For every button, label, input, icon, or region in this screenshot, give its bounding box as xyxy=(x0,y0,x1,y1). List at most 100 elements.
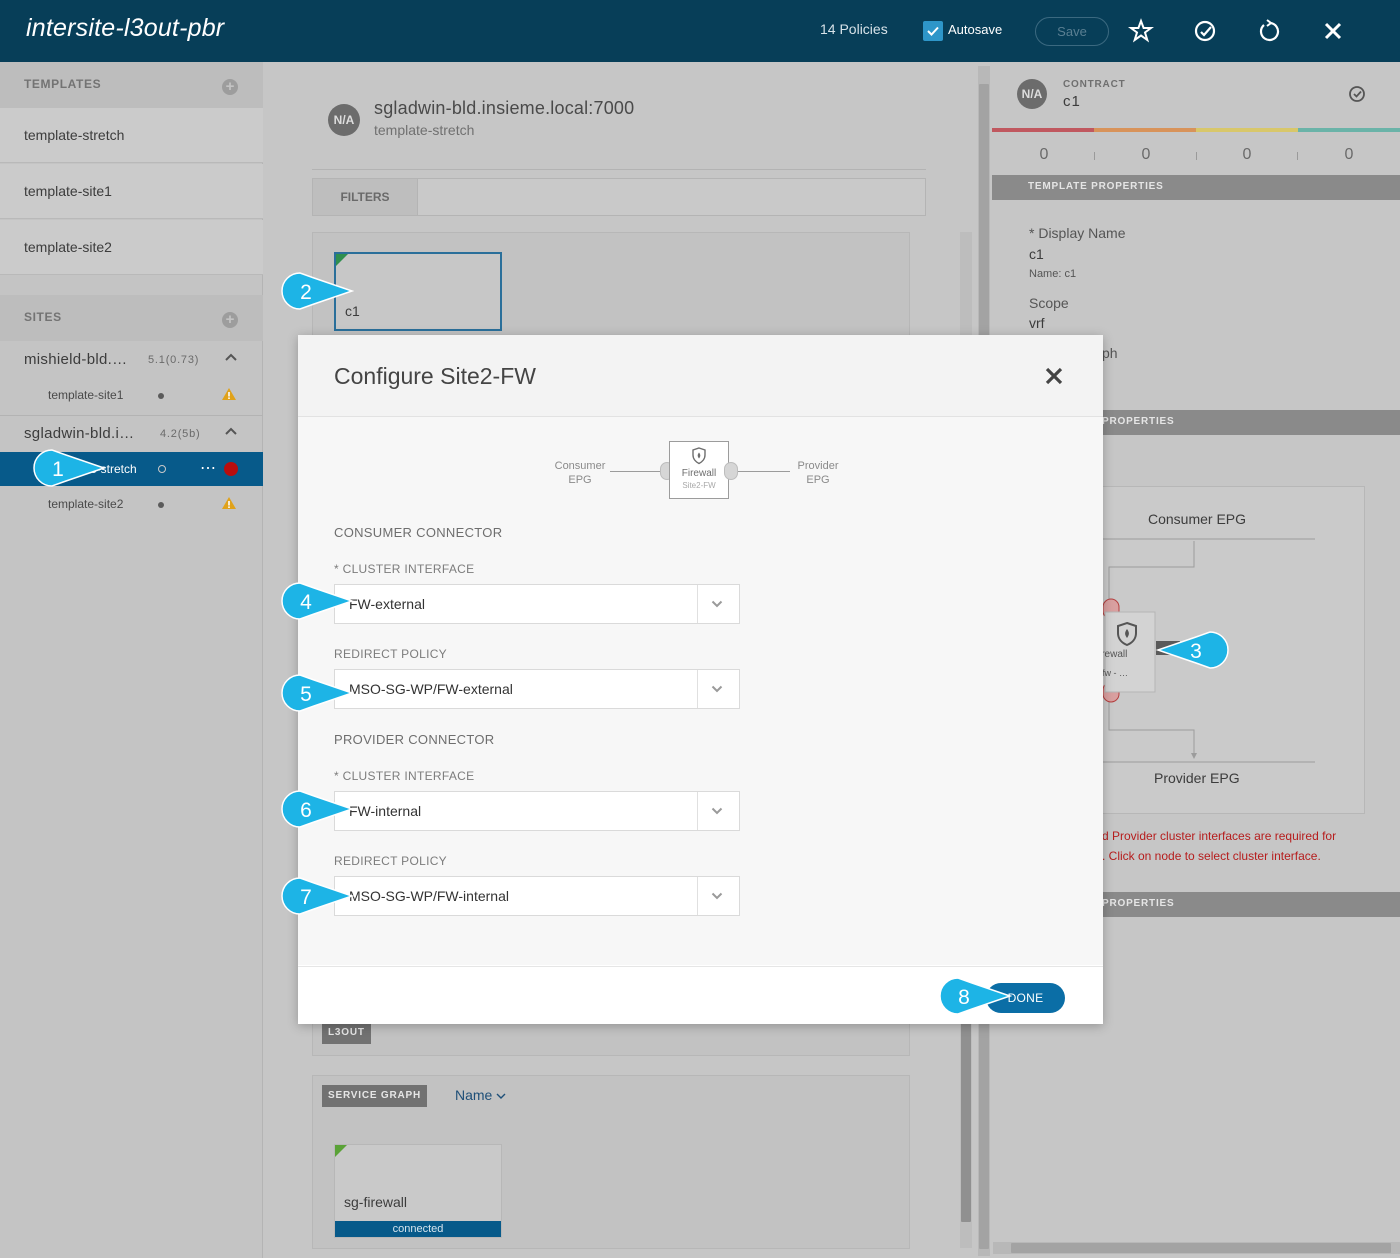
node-label: irewall xyxy=(1099,649,1128,660)
sites-heading: SITES xyxy=(24,310,62,324)
site-row-sgladwin[interactable]: sgladwin-bld.i… 4.2(5b) xyxy=(0,416,263,452)
dialog-header: Configure Site2-FW xyxy=(298,335,1103,417)
select-value: FW-internal xyxy=(349,803,422,819)
consumer-cluster-interface-select[interactable]: FW-external xyxy=(334,584,740,624)
autosave-label: Autosave xyxy=(948,22,1003,37)
close-icon[interactable] xyxy=(1320,18,1346,44)
chevron-down-icon[interactable] xyxy=(711,806,723,816)
service-graph-card[interactable]: sg-firewall connected xyxy=(334,1144,502,1238)
site-row-mishield[interactable]: mishield-bld.… 5.1(0.73) xyxy=(0,342,263,378)
check-icon xyxy=(927,26,939,36)
configure-node-dialog: Configure Site2-FW Consumer EPG Firewall… xyxy=(298,335,1103,1024)
add-template-icon[interactable]: + xyxy=(222,79,238,95)
site-template-row[interactable]: template-site2 xyxy=(0,487,263,521)
select-value: MSO-SG-WP/FW-external xyxy=(349,681,513,697)
policy-count: 14 Policies xyxy=(820,21,888,37)
sidebar-item-template-stretch[interactable]: template-stretch xyxy=(0,108,263,163)
sidebar-item-template-site2[interactable]: template-site2 xyxy=(0,220,263,275)
display-name-label: * Display Name xyxy=(1029,225,1126,241)
chevron-up-icon[interactable] xyxy=(225,426,237,436)
status-bar-segment xyxy=(1298,128,1400,132)
chevron-down-icon[interactable] xyxy=(711,599,723,609)
refresh-icon[interactable] xyxy=(1256,18,1282,44)
chevron-down-icon[interactable] xyxy=(711,684,723,694)
connection-status: connected xyxy=(335,1221,501,1237)
site-template-row[interactable]: template-site1 xyxy=(0,378,263,412)
horizontal-scrollbar[interactable] xyxy=(993,1242,1400,1254)
cluster-error-line: . Click on node to select cluster interf… xyxy=(1102,849,1321,863)
provider-redirect-policy-select[interactable]: MSO-SG-WP/FW-internal xyxy=(334,876,740,916)
site-host: sgladwin-bld.insieme.local:7000 xyxy=(374,98,635,118)
section-title: PROPERTIES xyxy=(1102,416,1175,427)
step-number: 3 xyxy=(1190,640,1202,663)
sidebar-item-template-site1[interactable]: template-site1 xyxy=(0,164,263,219)
select-value: MSO-SG-WP/FW-internal xyxy=(349,888,509,904)
scrollbar-thumb[interactable] xyxy=(1011,1243,1391,1253)
section-title: TEMPLATE PROPERTIES xyxy=(1028,181,1164,192)
provider-cluster-interface-label: * CLUSTER INTERFACE xyxy=(334,769,475,783)
chevron-down-icon[interactable] xyxy=(711,891,723,901)
filters-bar[interactable]: FILTERS xyxy=(312,178,926,216)
l3out-tag: L3OUT xyxy=(322,1022,371,1044)
status-dot xyxy=(158,502,164,508)
consumer-connector-heading: CONSUMER CONNECTOR xyxy=(334,525,503,540)
step-callout-2: 2 xyxy=(281,272,354,310)
deploy-icon[interactable] xyxy=(1192,18,1218,44)
diagram-firewall-node[interactable]: Firewall Site2-FW xyxy=(669,441,729,499)
name-note: Name: c1 xyxy=(1029,268,1077,280)
sites-header: SITES + xyxy=(0,295,263,341)
section-title: PROPERTIES xyxy=(1102,898,1175,909)
node-sub-label: Site2-FW xyxy=(682,481,716,490)
diagram-connector-dot[interactable] xyxy=(724,462,738,480)
dialog-title: Configure Site2-FW xyxy=(334,363,536,389)
step-callout-5: 5 xyxy=(281,674,354,712)
fault-count: 0 xyxy=(1039,146,1049,163)
fault-counts: 0 0 0 0 xyxy=(992,142,1400,172)
provider-redirect-policy-label: REDIRECT POLICY xyxy=(334,854,447,868)
provider-cluster-interface-select[interactable]: FW-internal xyxy=(334,791,740,831)
scope-value[interactable]: vrf xyxy=(1029,315,1045,331)
contract-card-c1[interactable]: c1 xyxy=(334,252,502,331)
diagram-consumer-line1: Consumer xyxy=(554,460,606,472)
step-number: 8 xyxy=(958,986,970,1009)
filters-label: FILTERS xyxy=(313,179,418,215)
card-corner-marker xyxy=(336,254,348,266)
consumer-redirect-policy-select[interactable]: MSO-SG-WP/FW-external xyxy=(334,669,740,709)
site-template-name: template-site1 xyxy=(48,388,124,402)
diagram-connector-line xyxy=(738,471,790,472)
step-callout-8: 8 xyxy=(939,977,1012,1015)
status-bar-segment xyxy=(1196,128,1298,132)
status-color-bar xyxy=(992,128,1400,132)
star-icon[interactable] xyxy=(1128,18,1154,44)
site-template: template-stretch xyxy=(374,122,475,138)
step-callout-3: 3 xyxy=(1156,631,1229,669)
template-label: template-stretch xyxy=(24,127,125,143)
name-sort-dropdown[interactable]: Name xyxy=(455,1087,506,1103)
service-graph-label: sg-firewall xyxy=(344,1194,408,1210)
step-number: 1 xyxy=(52,458,64,481)
add-site-icon[interactable]: + xyxy=(222,312,238,328)
card-corner-marker xyxy=(335,1145,347,1157)
autosave-checkbox[interactable] xyxy=(923,21,943,41)
more-options-icon[interactable]: ⋯ xyxy=(200,458,217,478)
status-bar-segment xyxy=(1094,128,1196,132)
templates-header: TEMPLATES + xyxy=(0,62,263,108)
fault-count: 0 xyxy=(1141,146,1151,163)
service-graph-tag: SERVICE GRAPH xyxy=(322,1085,428,1107)
divider xyxy=(1196,152,1197,160)
templates-heading: TEMPLATES xyxy=(24,77,102,91)
status-dot xyxy=(158,465,166,473)
chevron-up-icon[interactable] xyxy=(225,352,237,362)
object-name: c1 xyxy=(1063,93,1081,110)
provider-connector-heading: PROVIDER CONNECTOR xyxy=(334,732,495,747)
firewall-icon xyxy=(692,447,706,465)
top-bar: intersite-l3out-pbr 14 Policies Autosave… xyxy=(0,0,1400,62)
save-button[interactable]: Save xyxy=(1035,17,1109,46)
close-icon[interactable] xyxy=(1043,365,1065,387)
display-name-value[interactable]: c1 xyxy=(1029,246,1044,262)
node-label: Firewall xyxy=(681,468,717,479)
select-value: FW-external xyxy=(349,596,425,612)
diagram-provider-label: Provider EPG xyxy=(788,459,848,487)
deploy-status-icon[interactable] xyxy=(1347,84,1367,104)
schema-title: intersite-l3out-pbr xyxy=(26,14,225,42)
